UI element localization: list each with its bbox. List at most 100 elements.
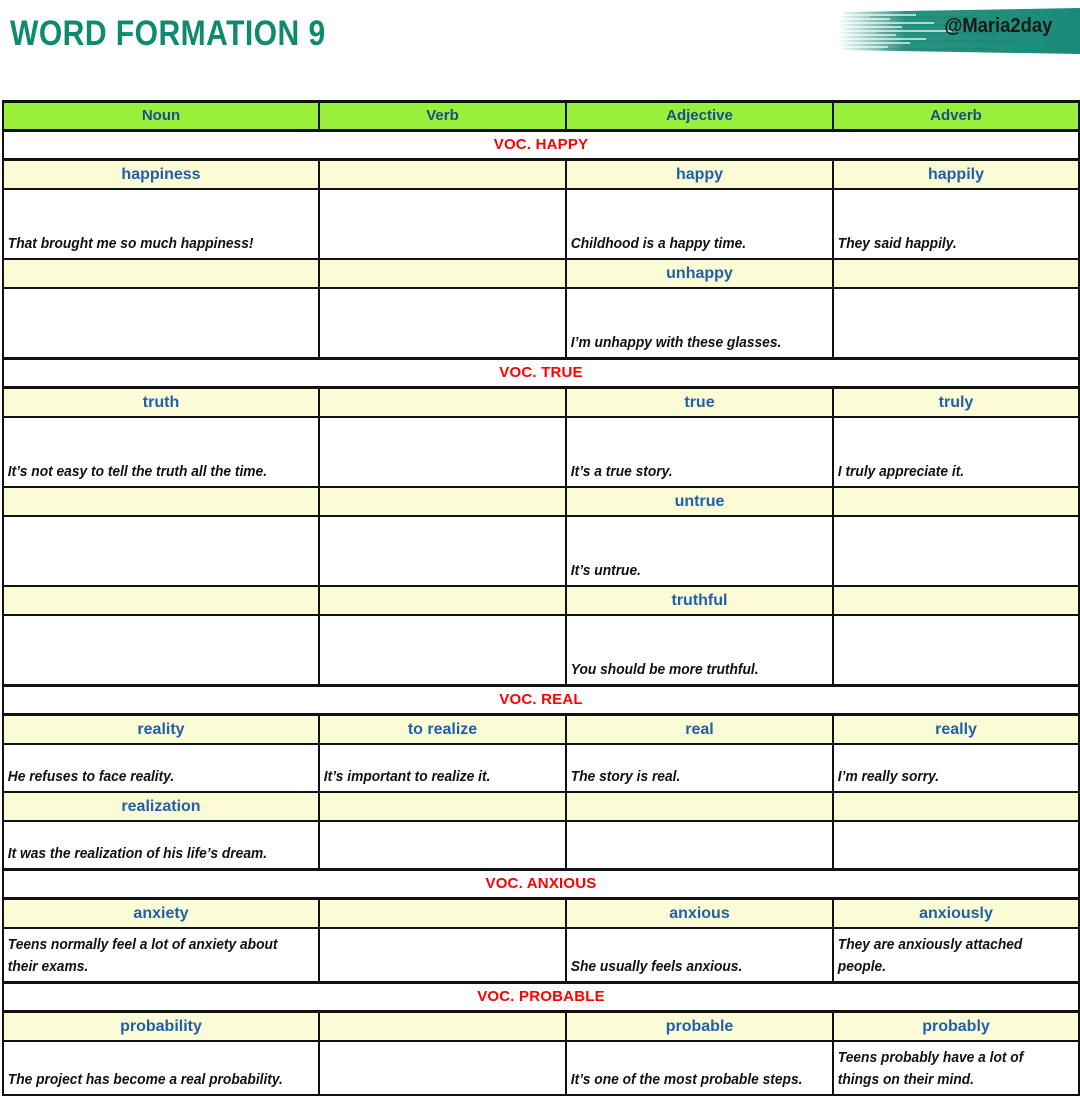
example-sentence: You should be more truthful. bbox=[570, 662, 759, 678]
example-cell-adverb bbox=[832, 287, 1080, 360]
section-row-voc-happy: VOC. HAPPY bbox=[2, 129, 1080, 161]
example-cell-adverb bbox=[832, 820, 1080, 871]
word-row: unhappy bbox=[2, 258, 1080, 289]
word-formation-table: Noun Verb Adjective Adverb VOC. HAPPY hap… bbox=[2, 100, 1080, 1096]
word-cell-noun: realization bbox=[2, 791, 320, 822]
word-formation-table-wrapper: Noun Verb Adjective Adverb VOC. HAPPY hap… bbox=[0, 100, 1080, 1096]
word-cell-adjective bbox=[565, 791, 834, 822]
section-title: VOC. PROBABLE bbox=[2, 981, 1080, 1013]
word-cell-verb bbox=[318, 1010, 567, 1042]
word-row: truthful bbox=[2, 585, 1080, 616]
example-cell-adjective bbox=[565, 820, 834, 871]
section-title: VOC. HAPPY bbox=[2, 129, 1080, 161]
example-sentence: The project has become a real probabilit… bbox=[7, 1072, 283, 1088]
section-row-voc-anxious: VOC. ANXIOUS bbox=[2, 868, 1080, 900]
example-cell-verb bbox=[318, 614, 567, 687]
word-cell-verb bbox=[318, 486, 567, 517]
word-cell-noun bbox=[2, 585, 320, 616]
example-cell-noun: It was the realization of his life’s dre… bbox=[2, 820, 320, 871]
example-cell-verb bbox=[318, 927, 567, 984]
example-cell-adjective: You should be more truthful. bbox=[565, 614, 834, 687]
table-head: Noun Verb Adjective Adverb bbox=[2, 100, 1080, 132]
example-cell-verb bbox=[318, 287, 567, 360]
example-cell-verb bbox=[318, 515, 567, 587]
example-cell-adjective: It’s a true story. bbox=[565, 416, 834, 488]
example-sentence: It’s one of the most probable steps. bbox=[570, 1072, 803, 1088]
word-cell-verb bbox=[318, 158, 567, 190]
word-cell-adverb bbox=[832, 258, 1080, 289]
word-row: reality to realize real really bbox=[2, 713, 1080, 745]
word-cell-adverb bbox=[832, 486, 1080, 517]
example-sentence: It’s important to realize it. bbox=[323, 769, 491, 785]
example-cell-adjective: She usually feels anxious. bbox=[565, 927, 834, 984]
example-sentence: I’m really sorry. bbox=[837, 769, 940, 785]
example-row: You should be more truthful. bbox=[2, 614, 1080, 687]
word-cell-verb: to realize bbox=[318, 713, 567, 745]
example-cell-noun: It’s not easy to tell the truth all the … bbox=[2, 416, 320, 488]
example-sentence: They are anxiously attached people. bbox=[837, 937, 1023, 975]
example-cell-adverb bbox=[832, 614, 1080, 687]
example-row: I’m unhappy with these glasses. bbox=[2, 287, 1080, 360]
example-cell-noun: That brought me so much happiness! bbox=[2, 188, 320, 260]
word-cell-verb bbox=[318, 386, 567, 418]
word-cell-verb bbox=[318, 258, 567, 289]
word-cell-adverb: really bbox=[832, 713, 1080, 745]
example-cell-verb bbox=[318, 188, 567, 260]
example-sentence: Childhood is a happy time. bbox=[570, 236, 747, 252]
example-sentence: Teens normally feel a lot of anxiety abo… bbox=[7, 937, 278, 975]
word-cell-adjective: real bbox=[565, 713, 834, 745]
example-row: The project has become a real probabilit… bbox=[2, 1040, 1080, 1096]
word-cell-adjective: probable bbox=[565, 1010, 834, 1042]
example-cell-adjective: It’s untrue. bbox=[565, 515, 834, 587]
word-cell-adjective: happy bbox=[565, 158, 834, 190]
word-cell-noun: reality bbox=[2, 713, 320, 745]
example-cell-adjective: Childhood is a happy time. bbox=[565, 188, 834, 260]
page-title: WORD FORMATION 9 bbox=[10, 14, 326, 53]
example-cell-adverb: Teens probably have a lot of things on t… bbox=[832, 1040, 1080, 1096]
column-header-row: Noun Verb Adjective Adverb bbox=[2, 100, 1080, 132]
word-cell-adjective: unhappy bbox=[565, 258, 834, 289]
word-cell-adjective: truthful bbox=[565, 585, 834, 616]
example-row: That brought me so much happiness! Childh… bbox=[2, 188, 1080, 260]
example-cell-noun bbox=[2, 287, 320, 360]
example-sentence: It’s not easy to tell the truth all the … bbox=[7, 464, 268, 480]
section-title: VOC. TRUE bbox=[2, 357, 1080, 389]
example-cell-adjective: I’m unhappy with these glasses. bbox=[565, 287, 834, 360]
example-cell-noun bbox=[2, 515, 320, 587]
section-row-voc-real: VOC. REAL bbox=[2, 684, 1080, 716]
example-sentence: Teens probably have a lot of things on t… bbox=[837, 1050, 1024, 1088]
example-sentence: It was the realization of his life’s dre… bbox=[7, 846, 268, 862]
word-cell-adjective: untrue bbox=[565, 486, 834, 517]
column-header-adjective: Adjective bbox=[565, 100, 834, 132]
example-cell-adverb: I truly appreciate it. bbox=[832, 416, 1080, 488]
example-row: He refuses to face reality. It’s importan… bbox=[2, 743, 1080, 793]
example-cell-adverb bbox=[832, 515, 1080, 587]
example-row: It was the realization of his life’s dre… bbox=[2, 820, 1080, 871]
example-cell-noun: The project has become a real probabilit… bbox=[2, 1040, 320, 1096]
word-row: untrue bbox=[2, 486, 1080, 517]
section-row-voc-probable: VOC. PROBABLE bbox=[2, 981, 1080, 1013]
example-sentence: That brought me so much happiness! bbox=[7, 236, 254, 252]
example-cell-noun: Teens normally feel a lot of anxiety abo… bbox=[2, 927, 320, 984]
example-cell-adjective: The story is real. bbox=[565, 743, 834, 793]
word-cell-adjective: anxious bbox=[565, 897, 834, 929]
example-cell-verb bbox=[318, 1040, 567, 1096]
example-sentence: I truly appreciate it. bbox=[837, 464, 965, 480]
word-cell-noun: probability bbox=[2, 1010, 320, 1042]
word-cell-verb bbox=[318, 897, 567, 929]
example-sentence: It’s a true story. bbox=[570, 464, 673, 480]
word-row: anxiety anxious anxiously bbox=[2, 897, 1080, 929]
example-cell-adverb: They said happily. bbox=[832, 188, 1080, 260]
word-cell-adverb bbox=[832, 791, 1080, 822]
example-cell-adverb: They are anxiously attached people. bbox=[832, 927, 1080, 984]
example-sentence: He refuses to face reality. bbox=[7, 769, 175, 785]
example-cell-verb: It’s important to realize it. bbox=[318, 743, 567, 793]
word-cell-noun: happiness bbox=[2, 158, 320, 190]
example-cell-adjective: It’s one of the most probable steps. bbox=[565, 1040, 834, 1096]
word-cell-noun: truth bbox=[2, 386, 320, 418]
example-cell-verb bbox=[318, 820, 567, 871]
example-cell-noun bbox=[2, 614, 320, 687]
example-sentence: The story is real. bbox=[570, 769, 681, 785]
section-title: VOC. ANXIOUS bbox=[2, 868, 1080, 900]
example-sentence: She usually feels anxious. bbox=[570, 959, 743, 975]
